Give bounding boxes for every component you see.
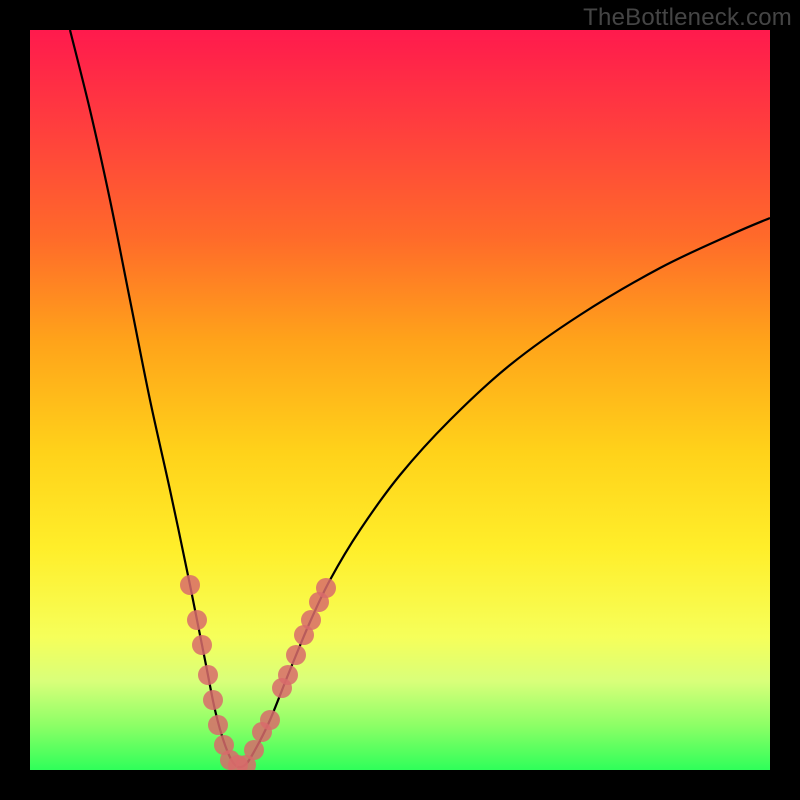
data-point xyxy=(192,635,212,655)
data-point xyxy=(316,578,336,598)
data-point xyxy=(286,645,306,665)
data-point xyxy=(180,575,200,595)
plot-area xyxy=(30,30,770,770)
data-point xyxy=(260,710,280,730)
data-point xyxy=(301,610,321,630)
data-point xyxy=(208,715,228,735)
data-point xyxy=(187,610,207,630)
bottleneck-curve xyxy=(70,30,770,767)
data-point xyxy=(203,690,223,710)
marker-group xyxy=(180,575,336,770)
watermark-text: TheBottleneck.com xyxy=(583,4,792,32)
chart-svg xyxy=(30,30,770,770)
data-point xyxy=(244,740,264,760)
data-point xyxy=(278,665,298,685)
chart-frame: TheBottleneck.com xyxy=(0,0,800,800)
data-point xyxy=(198,665,218,685)
